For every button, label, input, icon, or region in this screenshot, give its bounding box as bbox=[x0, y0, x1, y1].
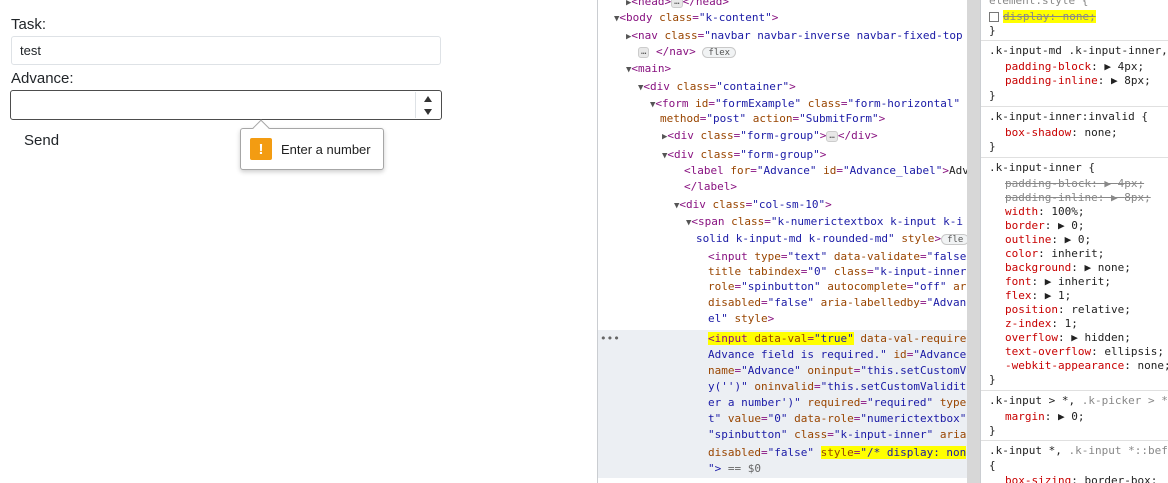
arrow-down-icon bbox=[423, 108, 432, 115]
dom-node-input-text-attrs-3[interactable]: disabled="false" aria-labelledby="Advan bbox=[708, 296, 966, 310]
style-property[interactable]: margin: ▶ 0; bbox=[1005, 410, 1085, 424]
rule-close: } bbox=[989, 140, 996, 153]
dom-node-input-advance-attrs-4[interactable]: er a number')" required="required" type bbox=[708, 396, 966, 410]
style-property[interactable]: outline: ▶ 0; bbox=[1005, 233, 1091, 247]
style-property[interactable]: text-overflow: ellipsis; bbox=[1005, 345, 1164, 359]
style-property[interactable]: padding-block: ▶ 4px; bbox=[1005, 60, 1144, 74]
style-property[interactable]: box-shadow: none; bbox=[1005, 126, 1118, 140]
dom-node-form-group-1[interactable]: ▶<div class="form-group">… </div> bbox=[662, 129, 878, 143]
style-property[interactable]: color: inherit; bbox=[1005, 247, 1104, 261]
dom-node-input-advance-end[interactable]: "> == $0 bbox=[708, 462, 761, 476]
dom-node-nav[interactable]: ▶<nav class="navbar navbar-inverse navba… bbox=[626, 29, 963, 43]
rule-separator bbox=[981, 157, 1168, 158]
decrease-button[interactable] bbox=[416, 105, 439, 118]
rule-selector: .k-input *, .k-input *::bef bbox=[989, 444, 1168, 457]
style-property[interactable]: font: ▶ inherit; bbox=[1005, 275, 1111, 289]
style-property[interactable]: width: 100%; bbox=[1005, 205, 1085, 219]
style-property[interactable]: padding-inline: ▶ 8px; bbox=[1005, 74, 1151, 88]
property-checkbox[interactable] bbox=[989, 12, 999, 22]
dom-node-label[interactable]: <label for="Advance" id="Advance_label">… bbox=[684, 164, 967, 178]
style-property[interactable]: background: ▶ none; bbox=[1005, 261, 1131, 275]
style-property[interactable]: z-index: 1; bbox=[1005, 317, 1078, 331]
dom-node-body[interactable]: ▼<body class="k-content"> bbox=[614, 11, 778, 25]
style-property[interactable]: border: ▶ 0; bbox=[1005, 219, 1085, 233]
dom-node-input-advance[interactable]: <input data-val="true" data-val-require bbox=[708, 332, 966, 346]
rule-separator bbox=[981, 106, 1168, 107]
rule-separator bbox=[981, 40, 1168, 41]
dom-node-input-text-attrs-1[interactable]: title tabindex="0" class="k-input-inner bbox=[708, 265, 966, 279]
rule-open: { bbox=[989, 459, 996, 472]
advance-numeric-textbox[interactable] bbox=[10, 90, 442, 120]
style-property-overridden[interactable]: padding-block: ▶ 4px; bbox=[1005, 177, 1144, 191]
task-input[interactable] bbox=[11, 36, 441, 65]
element-style-selector: element.style { bbox=[989, 0, 1089, 7]
arrow-up-icon bbox=[423, 95, 432, 102]
style-property[interactable]: position: relative; bbox=[1005, 303, 1131, 317]
dom-node-label-close[interactable]: </label> bbox=[684, 180, 737, 194]
warning-icon: ! bbox=[250, 138, 272, 160]
rule-close: } bbox=[989, 24, 996, 37]
rule-separator bbox=[981, 440, 1168, 441]
rule-selector: .k-input-inner:invalid { bbox=[989, 110, 1148, 123]
dom-node-span[interactable]: ▼<span class="k-numerictextbox k-input k… bbox=[686, 215, 963, 229]
validation-tooltip: ! Enter a number bbox=[240, 119, 384, 170]
dom-node-main[interactable]: ▼<main> bbox=[626, 62, 671, 76]
advance-spinner bbox=[415, 92, 439, 118]
tooltip-arrow bbox=[252, 119, 270, 137]
increase-button[interactable] bbox=[416, 92, 439, 105]
dom-node-head[interactable]: ▶<head>… </head> bbox=[626, 0, 729, 9]
devtools-styles-panel: element.style { display: none; } .k-inpu… bbox=[980, 0, 1168, 483]
dom-node-input-text-attrs-4[interactable]: el" style> bbox=[708, 312, 774, 326]
style-property-overridden[interactable]: padding-inline: ▶ 8px; bbox=[1005, 191, 1151, 205]
rule-separator bbox=[981, 390, 1168, 391]
advance-label: Advance: bbox=[11, 70, 74, 87]
web-page: Task: Advance: Send ! Enter a number bbox=[0, 0, 597, 483]
style-property[interactable]: overflow: ▶ hidden; bbox=[1005, 331, 1131, 345]
style-property[interactable]: -webkit-appearance: none; bbox=[1005, 359, 1168, 373]
rule-selector: .k-input-inner { bbox=[989, 161, 1095, 174]
dom-node-nav-close[interactable]: … </nav> flex bbox=[638, 45, 737, 59]
dom-node-input-text-attrs-2[interactable]: role="spinbutton" autocomplete="off" ar bbox=[708, 280, 966, 294]
dom-node-form-group-2[interactable]: ▼<div class="form-group"> bbox=[662, 148, 826, 162]
element-style-display[interactable]: display: none; bbox=[989, 10, 1096, 24]
dom-node-input-advance-attrs-3[interactable]: y('')" oninvalid="this.setCustomValidit bbox=[708, 380, 966, 394]
task-label: Task: bbox=[11, 16, 47, 33]
dom-node-input-advance-attrs-2[interactable]: name="Advance" oninput="this.setCustomV bbox=[708, 364, 966, 378]
advance-input[interactable] bbox=[13, 93, 413, 117]
dom-node-col[interactable]: ▼<div class="col-sm-10"> bbox=[674, 198, 832, 212]
dom-node-container[interactable]: ▼<div class="container"> bbox=[638, 80, 796, 94]
panel-divider[interactable] bbox=[967, 0, 980, 483]
dom-node-form[interactable]: ▼<form id="formExample" class="form-hori… bbox=[650, 97, 960, 111]
rule-close: } bbox=[989, 89, 996, 102]
dom-node-span-attrs[interactable]: solid k-input-md k-rounded-md" style> fle bbox=[696, 232, 967, 246]
style-property[interactable]: flex: ▶ 1; bbox=[1005, 289, 1071, 303]
dom-node-input-advance-attrs-6[interactable]: "spinbutton" class="k-input-inner" aria bbox=[708, 428, 966, 442]
dom-node-input-advance-attrs-7[interactable]: disabled="false" style="/* display: non bbox=[708, 446, 967, 460]
dom-node-input-advance-attrs-5[interactable]: t" value="0" data-role="numerictextbox" bbox=[708, 412, 966, 426]
send-button[interactable]: Send bbox=[12, 127, 72, 153]
devtools-elements-panel: ••• ▶<head>… </head> ▼<body class="k-cont… bbox=[597, 0, 967, 483]
tooltip-message: Enter a number bbox=[281, 142, 371, 157]
dom-node-input-text[interactable]: <input type="text" data-validate="false bbox=[708, 250, 966, 264]
rule-close: } bbox=[989, 373, 996, 386]
dom-node-form-attrs[interactable]: method="post" action="SubmitForm"> bbox=[660, 112, 885, 126]
node-actions-icon[interactable]: ••• bbox=[600, 332, 620, 345]
rule-selector: .k-input > *, .k-picker > * bbox=[989, 394, 1168, 407]
rule-selector: .k-input-md .k-input-inner, bbox=[989, 44, 1168, 57]
style-property[interactable]: box-sizing: border-box; bbox=[1005, 474, 1157, 483]
rule-close: } bbox=[989, 424, 996, 437]
dom-node-input-advance-attrs-1[interactable]: Advance field is required." id="Advance bbox=[708, 348, 966, 362]
